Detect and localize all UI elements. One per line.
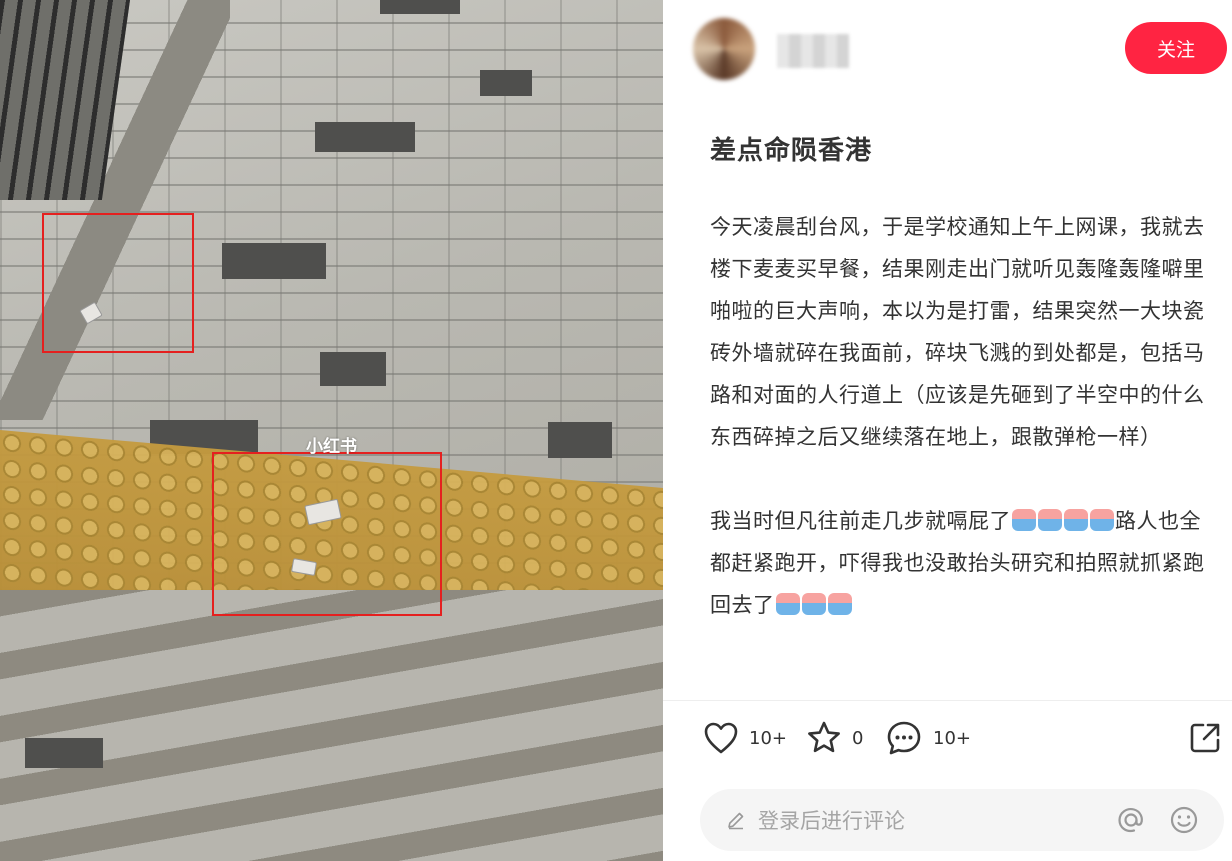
photo-dark-tile (315, 122, 415, 152)
post-text: 我当时但凡往前走几步就嗝屁了 (710, 509, 1011, 533)
crying-emoji-icon (1090, 509, 1114, 531)
collect-count: 0 (852, 727, 864, 749)
action-bar: 10+ 0 10+ (663, 712, 1232, 764)
follow-button[interactable]: 关注 (1125, 22, 1227, 74)
share-button[interactable] (1188, 712, 1222, 764)
post-content: 今天凌晨刮台风，于是学校通知上午上网课，我就去楼下麦麦买早餐，结果刚走出门就听见… (710, 206, 1216, 626)
comment-input[interactable] (756, 789, 1100, 853)
author-row: 关注 (693, 18, 1227, 80)
crying-emoji-icon (827, 593, 852, 615)
highlight-box (42, 213, 194, 353)
photo-dark-tile (25, 738, 103, 768)
photo-dark-tile (480, 70, 532, 96)
watermark: 小红书 (306, 437, 357, 457)
crying-emoji-icon (1012, 509, 1036, 531)
avatar[interactable] (693, 18, 755, 80)
share-icon (1190, 723, 1220, 753)
comment-box[interactable] (700, 789, 1224, 853)
heart-icon (704, 722, 738, 754)
crying-emoji-icon (1064, 509, 1088, 531)
photo-dark-tile (548, 422, 612, 458)
crying-emoji-icon (775, 593, 800, 615)
at-mention-icon[interactable] (1115, 804, 1147, 836)
chat-bubble-icon (887, 721, 921, 755)
comment-count: 10+ (933, 727, 971, 749)
photo-dark-tile (222, 243, 326, 279)
comment-button[interactable]: 10+ (885, 712, 971, 764)
like-count: 10+ (749, 727, 787, 749)
post-title: 差点命陨香港 (710, 136, 873, 166)
star-icon (808, 721, 840, 753)
author-name-blurred[interactable] (777, 34, 849, 68)
divider (663, 700, 1232, 701)
post-paragraph: 我当时但凡往前走几步就嗝屁了 路人也全都赶紧跑开，吓得我也没敢抬头研究和拍照就抓紧… (710, 500, 1216, 626)
photo-dark-tile (320, 352, 386, 386)
photo-dark-tile (380, 0, 460, 14)
pencil-icon (728, 812, 744, 830)
post-detail-panel: 关注 差点命陨香港 今天凌晨刮台风，于是学校通知上午上网课，我就去楼下麦麦买早餐… (663, 0, 1232, 861)
like-button[interactable]: 10+ (703, 712, 787, 764)
highlight-box (212, 452, 442, 616)
collect-button[interactable]: 0 (806, 712, 863, 764)
post-paragraph: 今天凌晨刮台风，于是学校通知上午上网课，我就去楼下麦麦买早餐，结果刚走出门就听见… (710, 215, 1205, 449)
crying-emoji-icon (1038, 509, 1062, 531)
post-photo[interactable]: 小红书 (0, 0, 663, 861)
crying-emoji-icon (801, 593, 826, 615)
emoji-icon[interactable] (1168, 804, 1200, 836)
photo-stairs (0, 590, 663, 861)
